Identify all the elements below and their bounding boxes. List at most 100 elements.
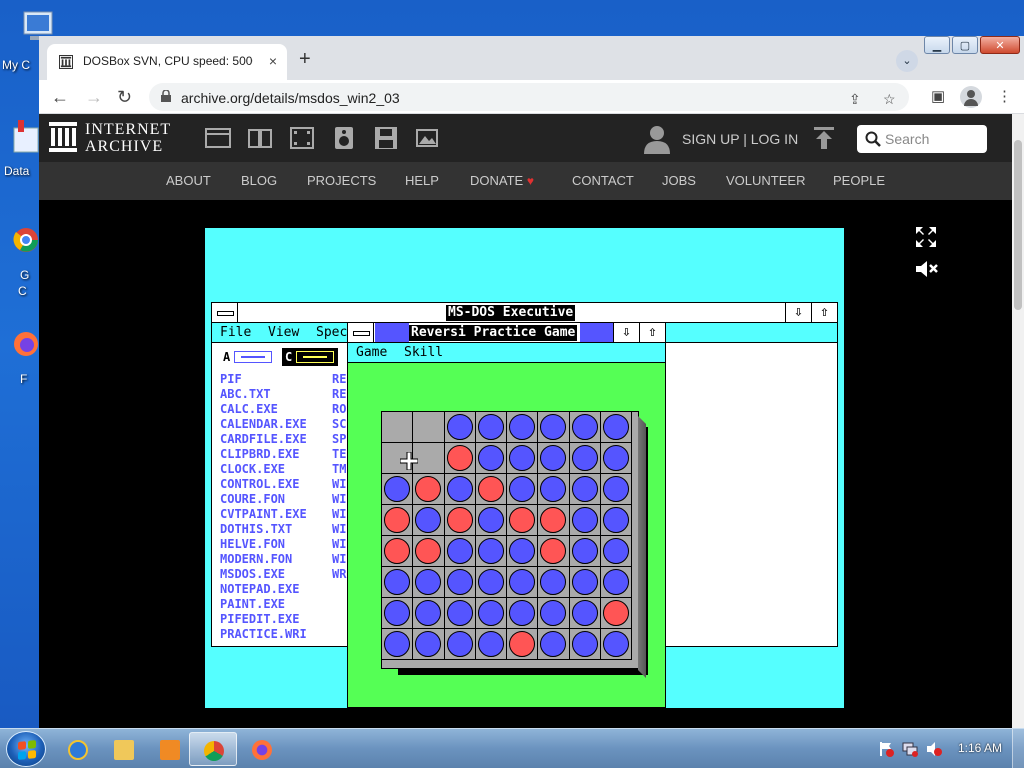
board-cell[interactable] [382, 598, 414, 629]
side-panel-icon[interactable]: ▣ [931, 87, 945, 105]
board-cell[interactable] [444, 443, 476, 474]
reversi-board[interactable] [381, 411, 639, 669]
file-item[interactable]: CALENDAR.EXE [220, 417, 307, 432]
file-item[interactable]: NOTEPAD.EXE [220, 582, 307, 597]
taskbar-explorer[interactable] [100, 732, 148, 766]
forward-icon[interactable]: → [85, 86, 103, 108]
board-cell[interactable] [507, 536, 539, 567]
board-cell[interactable] [600, 567, 632, 598]
board-cell[interactable] [475, 474, 507, 505]
file-item[interactable]: RE [332, 387, 346, 402]
bookmark-star-icon[interactable]: ☆ [883, 91, 896, 108]
board-cell[interactable] [507, 629, 539, 660]
nav-contact[interactable]: CONTACT [572, 173, 634, 188]
minimize-arrow-icon[interactable]: ⇩ [785, 303, 811, 322]
site-search-box[interactable]: Search [857, 125, 987, 153]
file-item[interactable]: WI [332, 492, 346, 507]
menu-special[interactable]: Spec [316, 325, 347, 340]
board-cell[interactable] [475, 567, 507, 598]
file-item[interactable]: SC [332, 417, 346, 432]
board-cell[interactable] [507, 443, 539, 474]
audio-icon[interactable] [331, 126, 357, 150]
scrollbar-thumb[interactable] [1014, 140, 1022, 310]
board-cell[interactable] [569, 598, 601, 629]
board-cell[interactable] [413, 598, 445, 629]
board-cell[interactable] [413, 536, 445, 567]
board-cell[interactable] [600, 598, 632, 629]
board-cell[interactable] [569, 567, 601, 598]
file-item[interactable]: WI [332, 537, 346, 552]
board-cell[interactable] [444, 505, 476, 536]
nav-volunteer[interactable]: VOLUNTEER [726, 173, 805, 188]
board-cell[interactable] [382, 629, 414, 660]
menu-file[interactable]: File [220, 325, 251, 340]
reversi-title-bar[interactable]: Reversi Practice Game ⇩ ⇧ [348, 323, 665, 343]
nav-people[interactable]: PEOPLE [833, 173, 885, 188]
mute-icon[interactable] [915, 259, 939, 279]
nav-donate[interactable]: DONATE ♥ [470, 173, 534, 188]
sign-up-login-link[interactable]: SIGN UP | LOG IN [682, 131, 798, 147]
nav-projects[interactable]: PROJECTS [307, 173, 376, 188]
board-cell[interactable] [538, 505, 570, 536]
board-cell[interactable] [600, 505, 632, 536]
taskbar-media-player[interactable] [146, 732, 194, 766]
menu-kebab-icon[interactable]: ⋮ [997, 87, 1012, 105]
board-cell[interactable] [538, 474, 570, 505]
upload-icon[interactable] [814, 127, 834, 149]
board-cell[interactable] [600, 536, 632, 567]
file-item[interactable]: WI [332, 552, 346, 567]
dosbox-screen[interactable]: MS-DOS Executive ⇩ ⇧ File View Spec A C [205, 228, 844, 708]
data-folder-icon[interactable] [12, 118, 40, 158]
new-tab-button[interactable]: + [299, 49, 311, 69]
file-item[interactable]: CLIPBRD.EXE [220, 447, 307, 462]
board-cell[interactable] [569, 629, 601, 660]
board-cell[interactable] [444, 598, 476, 629]
board-cell[interactable] [600, 443, 632, 474]
board-cell[interactable] [569, 443, 601, 474]
nav-help[interactable]: HELP [405, 173, 439, 188]
board-cell[interactable] [475, 598, 507, 629]
file-item[interactable]: PIFEDIT.EXE [220, 612, 307, 627]
chrome-shortcut-icon[interactable] [12, 226, 40, 262]
back-icon[interactable]: ← [51, 86, 69, 108]
reload-icon[interactable]: ↻ [117, 86, 132, 108]
board-cell[interactable] [382, 474, 414, 505]
archive-logo-icon[interactable] [49, 122, 77, 152]
nav-about[interactable]: ABOUT [166, 173, 211, 188]
board-cell[interactable] [382, 567, 414, 598]
file-item[interactable]: WI [332, 477, 346, 492]
executive-title-bar[interactable]: MS-DOS Executive ⇩ ⇧ [212, 303, 837, 323]
board-cell[interactable] [413, 474, 445, 505]
desk-label-data[interactable]: Data [4, 164, 29, 178]
taskbar-chrome[interactable] [189, 732, 237, 766]
board-cell[interactable] [538, 598, 570, 629]
board-cell[interactable] [569, 474, 601, 505]
close-tab-icon[interactable]: × [269, 53, 277, 69]
file-item[interactable]: CALC.EXE [220, 402, 307, 417]
taskbar-clock[interactable]: 1:16 AM [958, 741, 1002, 755]
file-item[interactable]: DOTHIS.TXT [220, 522, 307, 537]
texts-icon[interactable] [247, 126, 273, 150]
file-item[interactable]: WI [332, 507, 346, 522]
page-scrollbar[interactable] [1012, 114, 1024, 728]
board-cell[interactable] [413, 505, 445, 536]
menu-view[interactable]: View [268, 325, 299, 340]
board-cell[interactable] [444, 474, 476, 505]
file-item[interactable]: PAINT.EXE [220, 597, 307, 612]
menu-skill[interactable]: Skill [404, 345, 443, 360]
web-icon[interactable] [205, 126, 231, 150]
desk-label-g[interactable]: G [20, 268, 29, 282]
board-cell[interactable] [413, 412, 445, 443]
browser-tab[interactable]: DOSBox SVN, CPU speed: 5000 c × [47, 44, 287, 80]
file-item[interactable]: HELVE.FON [220, 537, 307, 552]
board-cell[interactable] [569, 536, 601, 567]
board-cell[interactable] [507, 598, 539, 629]
board-cell[interactable] [507, 567, 539, 598]
file-item[interactable]: SP [332, 432, 346, 447]
firefox-shortcut-icon[interactable] [12, 330, 40, 366]
file-item[interactable]: RE [332, 372, 346, 387]
board-cell[interactable] [413, 567, 445, 598]
taskbar-ie[interactable] [54, 732, 102, 766]
action-center-flag-icon[interactable] [878, 741, 894, 757]
board-cell[interactable] [600, 629, 632, 660]
